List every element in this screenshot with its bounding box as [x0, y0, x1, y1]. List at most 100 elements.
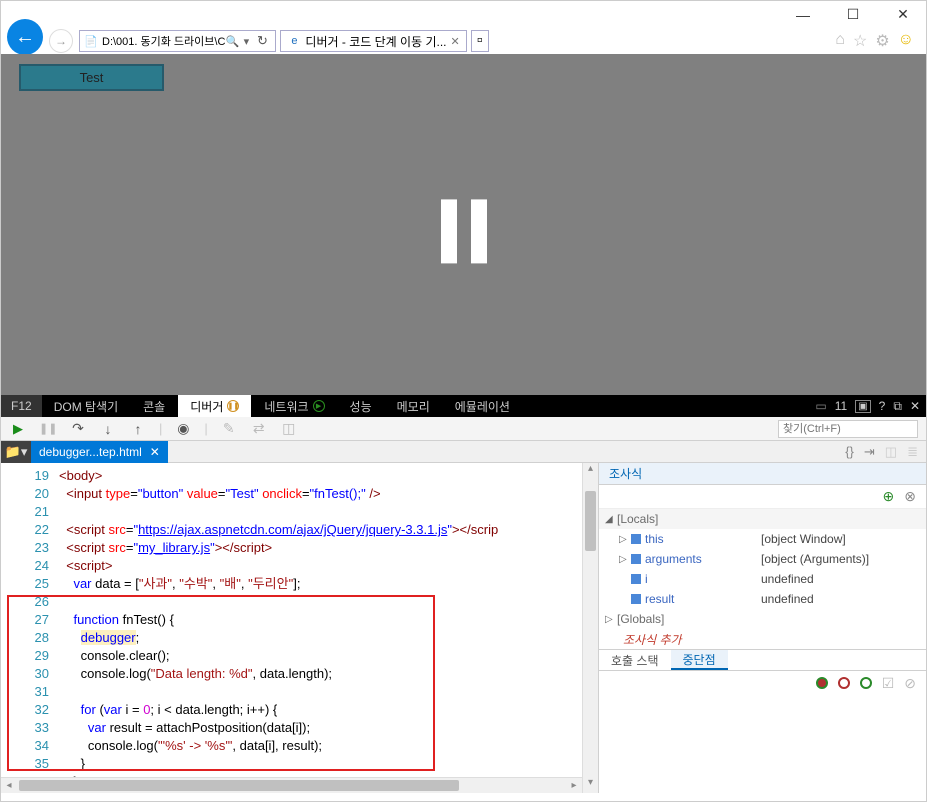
- console-toggle-icon[interactable]: ▣: [855, 400, 870, 413]
- tab-breakpoints[interactable]: 중단점: [671, 650, 728, 670]
- feedback-icon[interactable]: ☺: [898, 31, 914, 51]
- hscroll-thumb[interactable]: [19, 780, 459, 791]
- scroll-down-icon[interactable]: ▾: [583, 777, 598, 793]
- bp-check-icon[interactable]: ☑: [882, 675, 895, 692]
- address-dropdown[interactable]: ▾: [239, 35, 253, 48]
- watch-var-name: i: [631, 572, 761, 586]
- file-name: debugger...tep.html: [39, 445, 142, 459]
- new-tab-button[interactable]: ▫: [471, 30, 489, 52]
- layout-button[interactable]: ◫: [885, 444, 897, 460]
- browser-tab[interactable]: e 디버거 - 코드 단계 이동 기... ✕: [280, 30, 466, 52]
- favorites-icon[interactable]: ☆: [853, 31, 867, 51]
- step-out-button[interactable]: ↑: [129, 421, 147, 437]
- bp-event-icon[interactable]: [860, 677, 872, 689]
- format-button[interactable]: {}: [845, 444, 854, 460]
- test-button[interactable]: Test: [19, 64, 164, 91]
- watch-var-value: undefined: [761, 592, 814, 606]
- bp-disable-icon[interactable]: [838, 677, 850, 689]
- bp-enable-icon[interactable]: [816, 677, 828, 689]
- bp-clear-icon[interactable]: ⊘: [904, 675, 916, 692]
- page-icon: 📄: [84, 34, 98, 48]
- watch-row[interactable]: ▷arguments[object (Arguments)]: [599, 549, 926, 569]
- object-icon: [631, 554, 641, 564]
- file-tab-active[interactable]: debugger...tep.html ✕: [31, 441, 168, 463]
- maximize-button[interactable]: ☐: [838, 5, 868, 25]
- tab-emulation[interactable]: 에뮬레이션: [443, 395, 523, 417]
- close-button[interactable]: ✕: [888, 5, 918, 25]
- main-split: 19202122232425262728➔293031323334353637 …: [1, 463, 926, 793]
- watch-pane: 조사식 ⊕ ⊗ ◢ [Locals] ▷this[object Window]▷…: [598, 463, 926, 793]
- scroll-thumb[interactable]: [585, 491, 596, 551]
- list-button[interactable]: ≣: [907, 444, 918, 460]
- minimize-button[interactable]: —: [788, 5, 818, 25]
- expand-icon[interactable]: ▷: [619, 554, 631, 565]
- scroll-left-icon[interactable]: ◂: [1, 778, 17, 793]
- devtools-tabs: F12 DOM 탐색기 콘솔 디버거 ❚❚ 네트워크 ▶ 성능 메모리 에뮬레이…: [1, 395, 926, 417]
- refresh-button[interactable]: ↻: [253, 33, 271, 49]
- file-tabs: 📁▾ debugger...tep.html ✕ {} ⇥ ◫ ≣: [1, 441, 926, 463]
- step-into-button[interactable]: ↓: [99, 421, 117, 437]
- watch-var-name: this: [631, 532, 761, 546]
- clear-watch-icon[interactable]: ⊗: [904, 488, 916, 505]
- search-icon[interactable]: 🔍: [225, 35, 239, 48]
- browser-actions: ⌂ ☆ ⚙ ☺: [835, 31, 914, 51]
- add-watch-icon[interactable]: ⊕: [883, 488, 895, 505]
- tab-dom-explorer[interactable]: DOM 탐색기: [42, 395, 131, 417]
- home-icon[interactable]: ⌂: [835, 31, 845, 51]
- debugger-toolbar: ▶ ❚❚ ↷ ↓ ↑ | ◉ | ✎ ⇄ ◫: [1, 417, 926, 441]
- scroll-up-icon[interactable]: ▴: [583, 463, 598, 479]
- undock-button[interactable]: ⧉: [893, 399, 902, 414]
- tab-console[interactable]: 콘솔: [131, 395, 178, 417]
- locals-group[interactable]: ◢ [Locals]: [599, 509, 926, 529]
- code-editor[interactable]: 19202122232425262728➔293031323334353637 …: [1, 463, 598, 793]
- exceptions-button[interactable]: ✎: [220, 420, 238, 437]
- tab-close-button[interactable]: ✕: [451, 35, 460, 48]
- settings-icon[interactable]: ⚙: [875, 31, 889, 51]
- watch-row[interactable]: resultundefined: [599, 589, 926, 609]
- scroll-right-icon[interactable]: ▸: [566, 778, 582, 793]
- browser-toolbar: ← → 📄 D:\001. 동기화 드라이브\C 🔍 ▾ ↻ e 디버거 - 코…: [1, 28, 926, 54]
- expand-icon[interactable]: ▷: [605, 614, 617, 625]
- watch-header[interactable]: 조사식: [599, 463, 926, 485]
- help-button[interactable]: ?: [879, 399, 886, 413]
- tab-memory[interactable]: 메모리: [385, 395, 443, 417]
- watch-row[interactable]: iundefined: [599, 569, 926, 589]
- watch-row[interactable]: ▷this[object Window]: [599, 529, 926, 549]
- address-text: D:\001. 동기화 드라이브\C: [102, 33, 225, 49]
- indent-button[interactable]: ⇥: [864, 444, 875, 460]
- object-icon: [631, 534, 641, 544]
- pause-overlay-icon: [441, 199, 487, 263]
- file-picker-button[interactable]: 📁▾: [1, 441, 31, 463]
- devtools-close-button[interactable]: ✕: [910, 399, 920, 413]
- watch-var-name: arguments: [631, 552, 761, 566]
- vertical-scrollbar[interactable]: ▴ ▾: [582, 463, 598, 793]
- record-indicator-icon: ▶: [313, 400, 325, 412]
- word-wrap-button[interactable]: ◫: [280, 420, 298, 437]
- f12-label: F12: [1, 395, 42, 417]
- pause-button[interactable]: ❚❚: [39, 422, 57, 435]
- error-count: 11: [835, 399, 847, 413]
- nav-forward-button[interactable]: →: [49, 29, 73, 53]
- tab-call-stack[interactable]: 호출 스택: [599, 650, 671, 670]
- expand-icon[interactable]: ▷: [619, 534, 631, 545]
- continue-button[interactable]: ▶: [9, 421, 27, 437]
- add-expression[interactable]: 조사식 추가: [599, 629, 926, 649]
- bottom-tabs: 호출 스택 중단점: [599, 649, 926, 671]
- tab-performance[interactable]: 성능: [338, 395, 385, 417]
- find-input[interactable]: [778, 420, 918, 438]
- collapse-icon[interactable]: ◢: [605, 514, 617, 525]
- horizontal-scrollbar[interactable]: ◂ ▸: [1, 777, 582, 793]
- breakpoint-button[interactable]: ◉: [174, 420, 192, 437]
- step-over-button[interactable]: ↷: [69, 420, 87, 437]
- script-icon[interactable]: ▭: [815, 399, 826, 413]
- watch-var-value: [object Window]: [761, 532, 846, 546]
- tab-network[interactable]: 네트워크 ▶: [252, 395, 337, 417]
- devtools-right-actions: ▭ 11 ▣ ? ⧉ ✕: [815, 395, 926, 417]
- code-body: <body> <input type="button" value="Test"…: [59, 463, 598, 793]
- globals-group[interactable]: ▷ [Globals]: [599, 609, 926, 629]
- nav-back-button[interactable]: ←: [7, 19, 43, 55]
- tab-debugger[interactable]: 디버거 ❚❚: [178, 395, 252, 417]
- address-bar[interactable]: 📄 D:\001. 동기화 드라이브\C 🔍 ▾ ↻: [79, 30, 276, 52]
- pretty-print-button[interactable]: ⇄: [250, 420, 268, 437]
- file-tab-close-button[interactable]: ✕: [150, 445, 160, 459]
